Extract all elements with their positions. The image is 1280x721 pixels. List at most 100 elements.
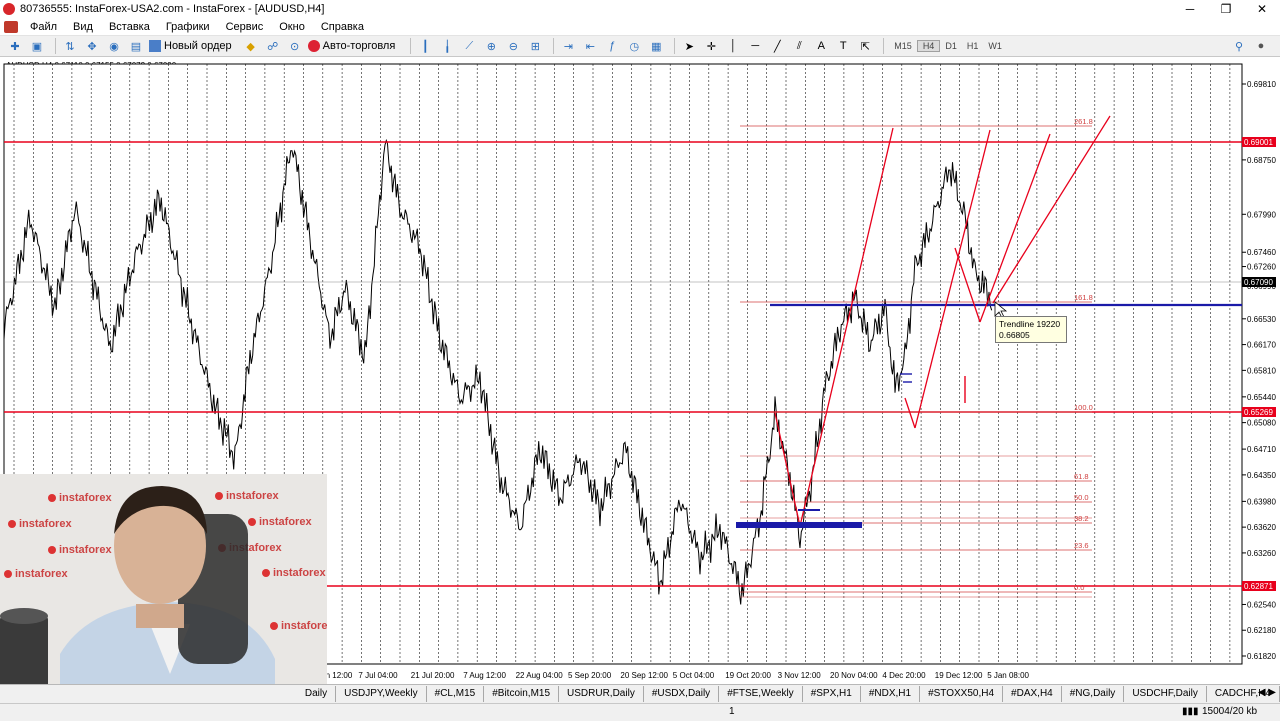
signals-icon[interactable]: ☍ — [264, 38, 282, 54]
vertical-line-icon[interactable]: │ — [724, 38, 742, 54]
arrows-icon[interactable]: ⇱ — [856, 38, 874, 54]
tab-ng-daily[interactable]: #NG,Daily — [1062, 686, 1125, 702]
window-controls: ─ ❐ ✕ — [1172, 0, 1280, 18]
timeframe-h4[interactable]: H4 — [916, 40, 941, 52]
menu-window[interactable]: Окно — [271, 21, 313, 33]
templates-icon[interactable]: ▦ — [647, 38, 665, 54]
status-bar: 1 ▮▮▮ 15004/20 kb — [0, 703, 1280, 721]
timeframe-h1[interactable]: H1 — [962, 41, 984, 51]
close-button[interactable]: ✕ — [1244, 0, 1280, 18]
bar-chart-icon[interactable]: ┃ — [416, 38, 434, 54]
market-watch-icon[interactable]: ⇅ — [61, 38, 79, 54]
auto-trading-button[interactable]: Авто-торговля — [307, 40, 395, 52]
new-order-icon — [149, 40, 161, 52]
new-order-label: Новый ордер — [164, 40, 232, 52]
price-tick-label: 0.63620 — [1247, 523, 1276, 532]
tile-windows-icon[interactable]: ⊞ — [526, 38, 544, 54]
data-window-icon[interactable]: ◉ — [105, 38, 123, 54]
price-tick-label: 0.64350 — [1247, 471, 1276, 480]
menu-view[interactable]: Вид — [65, 21, 101, 33]
tab-usdjpy-weekly[interactable]: USDJPY,Weekly — [336, 686, 427, 702]
chart-tabs: Daily USDJPY,Weekly #CL,M15 #Bitcoin,M15… — [0, 684, 1280, 703]
menu-help[interactable]: Справка — [313, 21, 372, 33]
menu-bar: Файл Вид Вставка Графики Сервис Окно Спр… — [0, 18, 1280, 36]
indicators-icon[interactable]: ƒ — [603, 38, 621, 54]
time-label: 5 Oct 04:00 — [673, 671, 715, 680]
text-label-icon[interactable]: T — [834, 38, 852, 54]
tab-stoxx50-h4[interactable]: #STOXX50,H4 — [920, 686, 1004, 702]
price-tick-label: 0.61820 — [1247, 652, 1276, 661]
app-icon — [3, 3, 15, 15]
maximize-button[interactable]: ❐ — [1208, 0, 1244, 18]
zoom-out-icon[interactable]: ⊖ — [504, 38, 522, 54]
navigator-icon[interactable]: ✥ — [83, 38, 101, 54]
price-tick-label: 0.65440 — [1247, 393, 1276, 402]
search-icon[interactable]: ⚲ — [1230, 38, 1248, 54]
minimize-button[interactable]: ─ — [1172, 0, 1208, 18]
horizontal-line-icon[interactable]: ─ — [746, 38, 764, 54]
tab-usdchf-daily[interactable]: USDCHF,Daily — [1124, 686, 1207, 702]
fibo-label: 161.8 — [1074, 293, 1093, 302]
new-order-button[interactable]: Новый ордер — [149, 40, 232, 52]
status-page: 1 — [729, 706, 735, 717]
price-tick-label: 0.66530 — [1247, 315, 1276, 324]
blue-zone — [736, 522, 862, 528]
chart-window-icon[interactable] — [4, 20, 18, 33]
channel-icon[interactable]: ⫽ — [790, 38, 808, 54]
chart-shift-icon[interactable]: ⇥ — [559, 38, 577, 54]
fibo-label: 100.0 — [1074, 403, 1093, 412]
time-label: 5 Jan 08:00 — [987, 671, 1029, 680]
time-label: 19 Oct 20:00 — [725, 671, 771, 680]
crosshair-icon[interactable]: ✛ — [702, 38, 720, 54]
tab-usdx-daily[interactable]: #USDX,Daily — [644, 686, 720, 702]
price-tick-label: 0.63260 — [1247, 549, 1276, 558]
timeframe-d1[interactable]: D1 — [940, 41, 962, 51]
price-level-label: 0.69001 — [1244, 138, 1273, 147]
tab-cl-m15[interactable]: #CL,M15 — [427, 686, 485, 702]
fibo-label: 50.0 — [1074, 493, 1089, 502]
time-label: 20 Sep 12:00 — [620, 671, 668, 680]
price-tick-label: 0.68750 — [1247, 156, 1276, 165]
price-tick-label: 0.65080 — [1247, 419, 1276, 428]
menu-file[interactable]: Файл — [22, 21, 65, 33]
candlestick-icon[interactable]: ╽ — [438, 38, 456, 54]
tab-dax-h4[interactable]: #DAX,H4 — [1003, 686, 1062, 702]
tab-usdrur-daily[interactable]: USDRUR,Daily — [559, 686, 644, 702]
timeframe-m15[interactable]: M15 — [889, 41, 917, 51]
tab-daily[interactable]: Daily — [297, 686, 337, 702]
zoom-in-icon[interactable]: ⊕ — [482, 38, 500, 54]
tab-bitcoin-m15[interactable]: #Bitcoin,M15 — [484, 686, 560, 702]
tab-ndx-h1[interactable]: #NDX,H1 — [861, 686, 921, 702]
menu-insert[interactable]: Вставка — [101, 21, 158, 33]
market-icon[interactable]: ⊙ — [286, 38, 304, 54]
toolbar-separator — [410, 38, 412, 54]
toolbar-separator — [883, 38, 885, 54]
account-icon[interactable]: ● — [1252, 38, 1270, 54]
time-label: 21 Jul 20:00 — [411, 671, 455, 680]
fibo-label: 61.8 — [1074, 472, 1089, 481]
time-label: 22 Aug 04:00 — [516, 671, 564, 680]
cursor-icon[interactable]: ➤ — [680, 38, 698, 54]
line-chart-icon[interactable]: ⟋ — [460, 38, 478, 54]
fibo-label: 23.6 — [1074, 541, 1089, 550]
periods-icon[interactable]: ◷ — [625, 38, 643, 54]
tab-ftse-weekly[interactable]: #FTSE,Weekly — [719, 686, 803, 702]
terminal-icon[interactable]: ▤ — [127, 38, 145, 54]
price-tick-label: 0.69810 — [1247, 80, 1276, 89]
price-tick-label: 0.63980 — [1247, 497, 1276, 506]
profiles-icon[interactable]: ▣ — [28, 38, 46, 54]
trendline-icon[interactable]: ╱ — [768, 38, 786, 54]
toolbar-separator — [674, 38, 676, 54]
window-title: 80736555: InstaForex-USA2.com - InstaFor… — [20, 3, 325, 15]
toolbar-separator — [553, 38, 555, 54]
tab-spx-h1[interactable]: #SPX,H1 — [803, 686, 861, 702]
auto-scroll-icon[interactable]: ⇤ — [581, 38, 599, 54]
timeframe-w1[interactable]: W1 — [983, 41, 1007, 51]
menu-tools[interactable]: Сервис — [218, 21, 272, 33]
price-level-label: 0.65269 — [1244, 408, 1273, 417]
menu-charts[interactable]: Графики — [158, 21, 218, 33]
meta-editor-icon[interactable]: ◆ — [242, 38, 260, 54]
tab-scroll-arrows[interactable]: ◀ ▶ — [1258, 687, 1276, 698]
text-icon[interactable]: A — [812, 38, 830, 54]
new-chart-icon[interactable]: ✚ — [6, 38, 24, 54]
